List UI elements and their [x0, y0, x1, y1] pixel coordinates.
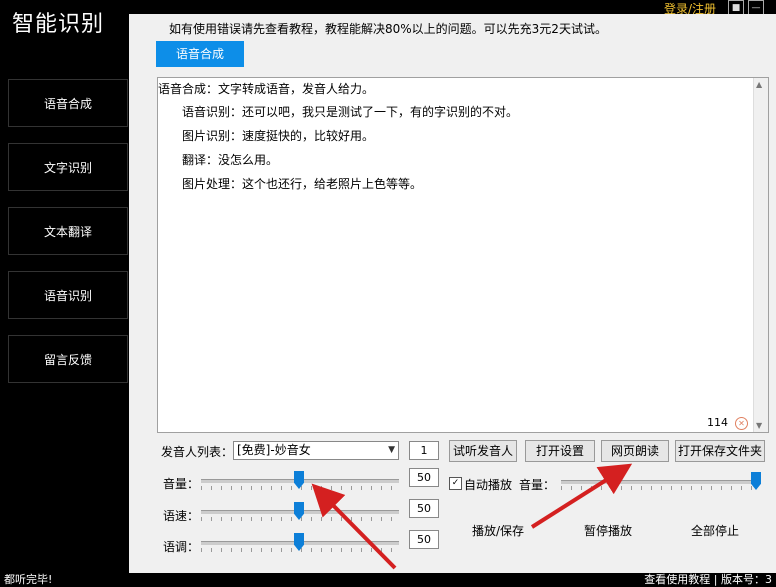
chevron-down-icon: ▼ — [388, 445, 395, 455]
text-line: 图片识别：速度挺快的，比较好用。 — [182, 129, 375, 143]
speed-value-field[interactable]: 50 — [409, 499, 439, 518]
speaker-count-field[interactable]: 1 — [409, 441, 439, 460]
speed-label: 语速： — [163, 509, 200, 523]
volume-label: 音量： — [163, 477, 200, 491]
scroll-down-icon[interactable]: ▼ — [756, 421, 762, 430]
sidebar-item-speech-synthesis[interactable]: 语音合成 — [8, 79, 128, 127]
vertical-scrollbar[interactable]: ▲ ▼ — [753, 78, 768, 432]
main-panel: 如有使用错误请先查看教程，教程能解决80%以上的问题。可以先充3元2天试试。 语… — [129, 14, 776, 573]
pitch-label: 语调： — [163, 540, 200, 554]
text-line: 语音识别：还可以吧，我只是测试了一下，有的字识别的不对。 — [182, 105, 519, 119]
text-line: 图片处理：这个也还行，给老照片上色等等。 — [182, 177, 423, 191]
play-volume-slider-ticks — [561, 486, 761, 490]
autoplay-checkbox[interactable]: ✓ — [449, 477, 462, 490]
open-save-folder-button[interactable]: 打开保存文件夹 — [675, 440, 765, 462]
sidebar-item-speech-recognition[interactable]: 语音识别 — [8, 271, 128, 319]
app-title: 智能识别 — [12, 12, 105, 37]
text-input-area[interactable]: 语音合成：文字转成语音，发音人给力。 语音识别：还可以吧，我只是测试了一下，有的… — [157, 77, 769, 433]
pitch-value-field[interactable]: 50 — [409, 530, 439, 549]
play-volume-slider-track[interactable] — [561, 480, 761, 484]
stop-all-button[interactable]: 全部停止 — [691, 522, 739, 539]
pause-button[interactable]: 暂停播放 — [584, 522, 632, 539]
notice-text: 如有使用错误请先查看教程，教程能解决80%以上的问题。可以先充3元2天试试。 — [169, 22, 607, 36]
play-save-button[interactable]: 播放/保存 — [472, 522, 524, 539]
char-count: 114 — [707, 416, 728, 429]
tab-speech-synthesis[interactable]: 语音合成 — [156, 41, 244, 67]
clear-icon[interactable]: ✕ — [735, 417, 748, 430]
web-read-button[interactable]: 网页朗读 — [601, 440, 669, 462]
tutorial-version-link[interactable]: 查看使用教程 | 版本号：3 — [644, 571, 772, 587]
volume-value-field[interactable]: 50 — [409, 468, 439, 487]
sidebar-item-text-translation[interactable]: 文本翻译 — [8, 207, 128, 255]
text-line: 翻译：没怎么用。 — [182, 153, 279, 167]
play-volume-label: 音量： — [519, 478, 556, 492]
listen-speaker-button[interactable]: 试听发音人 — [449, 440, 517, 462]
speaker-select[interactable]: [免费]-妙音女 ▼ — [233, 441, 399, 460]
open-settings-button[interactable]: 打开设置 — [525, 440, 595, 462]
speaker-select-value: [免费]-妙音女 — [237, 443, 311, 457]
text-line: 语音合成：文字转成语音，发音人给力。 — [158, 82, 375, 96]
speaker-list-label: 发音人列表： — [161, 445, 234, 459]
sidebar-item-text-recognition[interactable]: 文字识别 — [8, 143, 128, 191]
status-message: 都听完毕! — [4, 573, 53, 586]
sidebar-item-feedback[interactable]: 留言反馈 — [8, 335, 128, 383]
scroll-up-icon[interactable]: ▲ — [756, 80, 762, 89]
autoplay-label: 自动播放 — [464, 478, 513, 492]
